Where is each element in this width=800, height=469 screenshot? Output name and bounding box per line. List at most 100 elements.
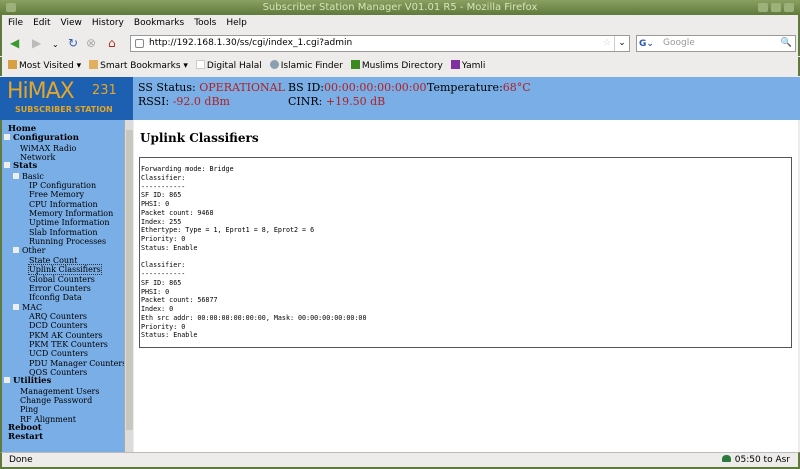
sidebar-item-utilities[interactable]: Utilities [2,377,133,386]
bookmark-most-visited[interactable]: Most Visited ▾ [8,57,81,76]
cinr: CINR: +19.50 dB [288,95,385,108]
back-icon[interactable]: ◀ [10,37,19,49]
menu-help[interactable]: Help [226,15,247,31]
search-engine-icon[interactable]: G⌄ [639,37,654,52]
sidebar-item-label: ARQ Counters [29,311,88,321]
close-window-button[interactable] [784,3,794,12]
bs-id: BS ID:00:00:00:00:00:00 [288,81,427,94]
bookmark-muslims-directory[interactable]: Muslims Directory [350,57,443,76]
output-line: PHSI: 0 [141,200,170,208]
sidebar-item-running-processes[interactable]: Running Processes [2,237,133,246]
sidebar-item-ping[interactable]: Ping [2,405,133,414]
sidebar-item-pkm-ak-counters[interactable]: PKM AK Counters [2,331,133,340]
sidebar-item-ifconfig-data[interactable]: Ifconfig Data [2,293,133,302]
sidebar-item-basic[interactable]: Basic [2,172,133,181]
menu-tools[interactable]: Tools [194,15,216,31]
sidebar-item-label: Configuration [13,133,79,144]
sidebar-item-label: Stats [13,161,38,172]
sidebar-item-change-password[interactable]: Change Password [2,396,133,405]
menu-edit[interactable]: Edit [33,15,50,31]
sidebar-item-ucd-counters[interactable]: UCD Counters [2,349,133,358]
sidebar-item-mac[interactable]: MAC [2,303,133,312]
menu-view[interactable]: View [61,15,82,31]
sidebar-item-stats[interactable]: Stats [2,162,133,171]
forward-icon[interactable]: ▶ [32,37,41,49]
sidebar-item-error-counters[interactable]: Error Counters [2,284,133,293]
collapse-icon[interactable] [4,134,10,141]
search-icon[interactable]: 🔍 [781,36,792,51]
stop-icon[interactable]: ⊗ [86,37,96,49]
status-header: HiMAX 231 SUBSCRIBER STATION SS Status: … [0,77,800,120]
bookmark-label: Muslims Directory [361,61,443,71]
reload-icon[interactable]: ↻ [68,37,78,49]
menu-history[interactable]: History [92,15,124,31]
output-line: Packet count: 56877 [141,296,218,305]
prayer-time[interactable]: 05:50 to Asr [721,453,790,468]
output-line: Priority: 0 [141,322,186,331]
sidebar-item-label: IP Configuration [29,181,97,191]
site-identity-icon[interactable] [135,39,144,48]
output-line: Classifier: [141,261,186,270]
output-line: Status: Enable [141,331,198,340]
collapse-icon[interactable] [13,172,19,179]
output-line: PHSI: 0 [141,287,170,296]
sidebar-item-restart[interactable]: Restart [2,433,133,442]
temperature: Temperature:68°C [427,81,531,94]
collapse-icon[interactable] [4,377,10,384]
bookmark-yamli[interactable]: Yamli [450,57,486,76]
rssi-label: RSSI: [138,95,170,108]
sidebar-item-label: PKM TEK Counters [29,339,108,349]
sidebar-item-state-count[interactable]: State Count [2,256,133,265]
sidebar-nav: Home Configuration WiMAX Radio Network Stats… [0,120,133,452]
output-line: Classifier: [141,173,186,182]
sidebar-item-uptime-information[interactable]: Uptime Information [2,218,133,227]
search-input[interactable]: G⌄ Google 🔍 [636,35,796,52]
sidebar-item-wimax-radio[interactable]: WiMAX Radio [2,144,133,153]
scrollbar-thumb[interactable] [126,130,133,430]
menu-file[interactable]: File [8,15,23,31]
status-text: Done [9,455,33,465]
sidebar-item-label: Ping [20,405,39,415]
collapse-icon[interactable] [4,162,10,169]
sidebar-item-pdu-manager-counters[interactable]: PDU Manager Counters [2,359,133,368]
window-menu-button[interactable] [6,3,16,12]
collapse-icon[interactable] [13,247,19,254]
sidebar-item-dcd-counters[interactable]: DCD Counters [2,321,133,330]
page-title: Uplink Classifiers [140,131,259,145]
collapse-icon[interactable] [13,303,19,310]
menu-bookmarks[interactable]: Bookmarks [134,15,184,31]
sidebar-item-pkm-tek-counters[interactable]: PKM TEK Counters [2,340,133,349]
history-dropdown-icon[interactable]: ⌄ [52,39,59,51]
directory-icon [350,60,360,69]
sidebar-item-slab-information[interactable]: Slab Information [2,228,133,237]
bookmark-digital-halal[interactable]: Digital Halal [195,57,262,76]
bookmark-label: Yamli [461,61,486,71]
sidebar-item-uplink-classifiers[interactable]: Uplink Classifiers [2,264,133,276]
sidebar-item-management-users[interactable]: Management Users [2,387,133,396]
dh-icon [195,60,205,69]
sidebar-item-other[interactable]: Other [2,246,133,255]
sidebar-item-memory-information[interactable]: Memory Information [2,209,133,218]
bookmarks-toolbar: Most Visited ▾ Smart Bookmarks ▾ Digital… [0,57,800,76]
sidebar-scrollbar[interactable] [124,120,133,452]
url-bar[interactable]: http://192.168.1.30/ss/cgi/index_1.cgi?a… [130,35,630,52]
sidebar-item-free-memory[interactable]: Free Memory [2,190,133,199]
sidebar-item-cpu-information[interactable]: CPU Information [2,200,133,209]
home-icon[interactable]: ⌂ [108,37,116,49]
main-content: Uplink Classifiers Forwarding mode: Brid… [134,120,798,452]
sidebar-item-label: Slab Information [29,227,98,237]
sidebar-item-configuration[interactable]: Configuration [2,134,133,143]
sidebar-item-arq-counters[interactable]: ARQ Counters [2,312,133,321]
sidebar-item-global-counters[interactable]: Global Counters [2,275,133,284]
bookmark-smart-bookmarks[interactable]: Smart Bookmarks ▾ [89,57,188,76]
url-dropdown-icon[interactable]: ⌄ [614,36,629,51]
sidebar-item-label: PKM AK Counters [29,330,103,340]
sidebar-item-ip-configuration[interactable]: IP Configuration [2,181,133,190]
bookmark-star-icon[interactable]: ☆ [603,36,611,51]
bookmark-label: Most Visited ▾ [19,61,82,71]
minimize-button[interactable] [758,3,768,12]
output-line: SF ID: 865 [141,278,182,287]
bookmark-label: Islamic Finder [280,61,343,71]
maximize-button[interactable] [771,3,781,12]
bookmark-islamic-finder[interactable]: Islamic Finder [269,57,343,76]
